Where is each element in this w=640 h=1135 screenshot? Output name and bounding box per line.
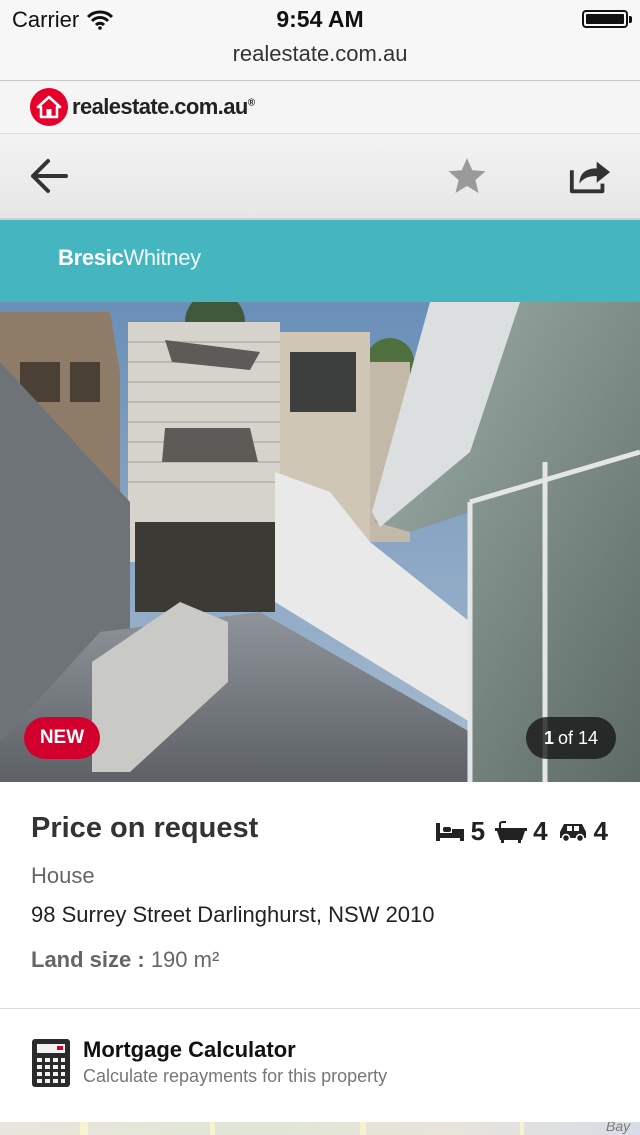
url-bar[interactable]: realestate.com.au [0, 41, 640, 67]
price: Price on request [31, 812, 259, 844]
bed-icon [435, 822, 464, 841]
car-icon [559, 823, 586, 842]
share-icon [569, 161, 611, 194]
bath-icon [495, 820, 528, 843]
map-road [80, 1122, 88, 1135]
agency-logo: BresicWhitney [58, 245, 201, 270]
clock: 9:54 AM [276, 6, 364, 32]
agency-banner[interactable]: BresicWhitney [0, 220, 640, 302]
site-logo[interactable]: realestate.com.au® [30, 88, 255, 126]
logo-text: realestate.com.au® [72, 94, 255, 119]
listing-photo[interactable]: NEW 1 of 14 [0, 302, 640, 782]
photo-current: 1 [543, 727, 554, 748]
site-header: realestate.com.au® [0, 81, 640, 134]
location-map[interactable]: Bay [0, 1122, 640, 1135]
star-icon [448, 158, 486, 193]
map-place-label: Bay [606, 1122, 631, 1134]
mortgage-title: Mortgage Calculator [83, 1037, 296, 1062]
house-logo-icon [30, 88, 68, 126]
features-summary: 5 4 4 [435, 816, 608, 847]
share-button[interactable] [568, 154, 612, 198]
favourite-button[interactable] [445, 154, 489, 198]
toolbar [0, 134, 640, 220]
map-road [210, 1122, 215, 1135]
map-road [520, 1122, 524, 1135]
car-spaces: 4 [558, 816, 608, 847]
calculator-icon [32, 1039, 70, 1087]
listing-details: Price on request 5 4 4 House 98 Surrey S… [0, 782, 640, 1008]
house-photo-image [0, 302, 640, 782]
bedrooms: 5 [435, 816, 485, 847]
arrow-left-icon [31, 159, 68, 193]
map-road [360, 1122, 366, 1135]
new-badge: NEW [24, 717, 100, 759]
mortgage-subtitle: Calculate repayments for this property [83, 1066, 388, 1086]
mortgage-calculator-link[interactable]: Mortgage Calculator Calculate repayments… [0, 1008, 640, 1124]
photo-counter: 1 of 14 [526, 717, 616, 759]
back-button[interactable] [26, 154, 70, 198]
property-type: House [31, 863, 95, 888]
bathrooms: 4 [495, 816, 548, 847]
photo-total: of 14 [557, 727, 599, 748]
land-size: Land size : 190 m² [31, 947, 220, 972]
address: 98 Surrey Street Darlinghurst, NSW 2010 [31, 902, 435, 927]
status-bar: Carrier 9:54 AM realestate.com.au [0, 0, 640, 81]
battery-icon [582, 10, 632, 28]
